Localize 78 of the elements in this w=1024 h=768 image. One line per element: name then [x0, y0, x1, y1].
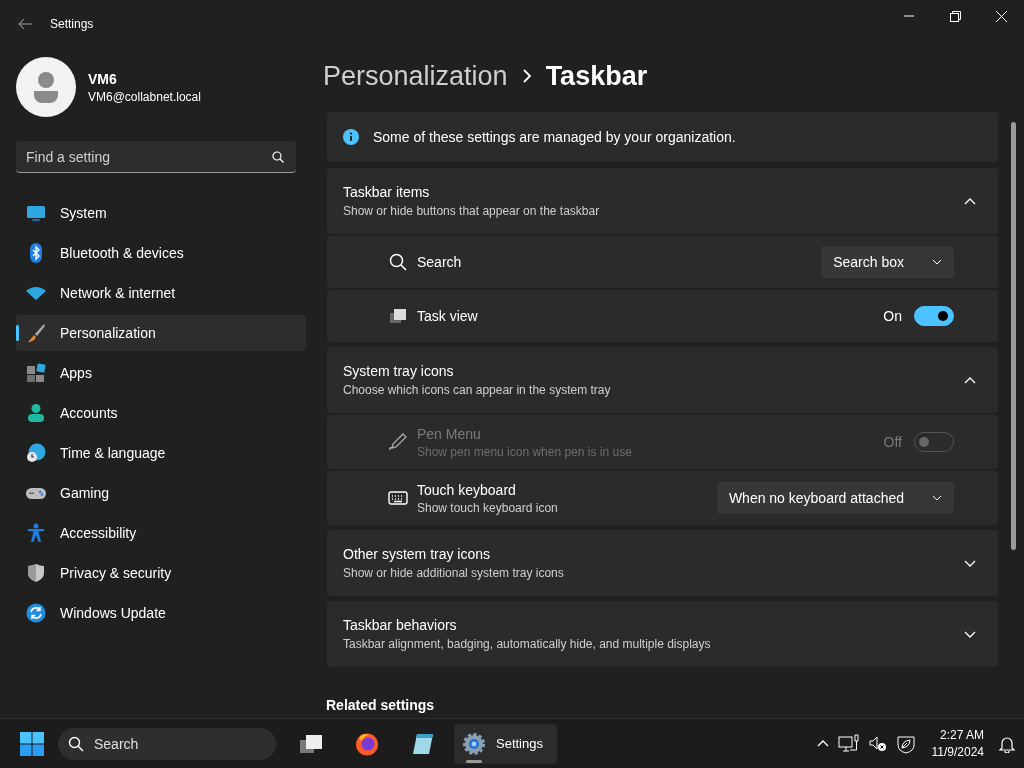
- breadcrumb-link[interactable]: Personalization: [323, 60, 508, 92]
- fox-globe-icon[interactable]: [355, 731, 379, 756]
- accessibility-figure-icon: [26, 523, 46, 543]
- settings-group-header[interactable]: Taskbar items Show or hide buttons that appear on the taskbar: [327, 168, 998, 234]
- apps-grid-icon: [26, 363, 46, 383]
- toggle-state-label: Off: [883, 434, 902, 450]
- chevron-right-icon: [521, 69, 532, 83]
- group-subtitle: Choose which icons can appear in the system tray: [343, 383, 612, 397]
- profile-name: VM6: [88, 70, 118, 87]
- nav-item[interactable]: Accounts: [16, 395, 306, 431]
- nav-item[interactable]: Apps: [16, 355, 306, 391]
- settings-group-header[interactable]: System tray icons Choose which icons can appear in the system tray: [327, 347, 998, 413]
- globe-clock-icon: [26, 443, 46, 463]
- bell-icon[interactable]: [998, 734, 1016, 753]
- setting-label: Task view: [417, 308, 479, 324]
- notepad-icon[interactable]: [411, 731, 435, 756]
- setting-description: Show pen menu icon when pen is in use: [417, 444, 633, 459]
- keyboard-icon: [388, 490, 408, 506]
- chevron-down-icon: [932, 493, 942, 503]
- restore-icon[interactable]: [949, 10, 961, 22]
- nav-item[interactable]: Personalization: [16, 315, 306, 351]
- settings-group-header[interactable]: Taskbar behaviors Taskbar alignment, badging, automatically hide, and multiple displays: [327, 601, 998, 667]
- setting-description: Show touch keyboard icon: [417, 500, 559, 515]
- paintbrush-icon: [26, 323, 46, 343]
- clock-time[interactable]: 2:27 AM: [939, 728, 984, 742]
- toggle-state-label: On: [883, 308, 902, 324]
- nav-item[interactable]: Bluetooth & devices: [16, 235, 306, 271]
- taskbar-search-input[interactable]: Search: [94, 735, 244, 752]
- monitor-icon: [26, 203, 46, 223]
- search-icon: [68, 735, 84, 752]
- close-icon[interactable]: [995, 10, 1007, 22]
- group-title: Taskbar behaviors: [343, 617, 458, 633]
- setting-label: Search: [417, 254, 463, 270]
- clock-date[interactable]: 11/9/2024: [931, 745, 984, 759]
- group-title: Other system tray icons: [343, 546, 492, 562]
- window-title: Settings: [50, 17, 94, 31]
- setting-label: Pen Menu: [417, 425, 482, 442]
- dropdown[interactable]: When no keyboard attached: [716, 482, 954, 514]
- settings-search-box[interactable]: Find a setting: [16, 141, 296, 173]
- group-subtitle: Taskbar alignment, badging, automatically hide, and multiple displays: [343, 637, 712, 651]
- settings-search-input[interactable]: Find a setting: [26, 148, 272, 165]
- taskbar-search-box[interactable]: Search: [58, 727, 276, 760]
- leaf-shield-icon[interactable]: [895, 733, 916, 754]
- group-subtitle: Show or hide buttons that appear on the taskbar: [343, 204, 601, 218]
- stacked-windows-icon[interactable]: [299, 732, 323, 755]
- network-monitor-icon[interactable]: [837, 733, 860, 754]
- windows-logo-icon[interactable]: [20, 731, 44, 756]
- gear-icon[interactable]: [462, 731, 486, 756]
- settings-group-header[interactable]: Other system tray icons Show or hide additional system tray icons: [327, 530, 998, 596]
- nav-item[interactable]: System: [16, 195, 306, 231]
- nav-item[interactable]: Privacy & security: [16, 555, 306, 591]
- search-icon: [389, 253, 407, 271]
- group-subtitle: Show or hide additional system tray icons: [343, 566, 565, 580]
- search-icon: [272, 150, 284, 163]
- toggle-switch[interactable]: [914, 306, 954, 326]
- stacked-windows-icon: [389, 307, 407, 325]
- nav-item[interactable]: Gaming: [16, 475, 306, 511]
- info-text: Some of these settings are managed by your organization.: [373, 129, 736, 145]
- setting-label: Touch keyboard: [417, 481, 517, 498]
- taskbar-app-button[interactable]: Settings: [454, 723, 557, 764]
- dropdown[interactable]: Search box: [821, 246, 954, 278]
- nav-item[interactable]: Time & language: [16, 435, 306, 471]
- nav-item[interactable]: Network & internet: [16, 275, 306, 311]
- profile-email: VM6@collabnet.local: [88, 89, 201, 104]
- person-icon: [26, 403, 46, 423]
- info-icon: [343, 129, 359, 145]
- back-arrow-icon[interactable]: [17, 16, 33, 32]
- group-title: Taskbar items: [343, 184, 431, 200]
- shield-icon: [26, 563, 46, 583]
- sync-arrows-icon: [26, 603, 46, 623]
- nav-item[interactable]: Windows Update: [16, 595, 306, 631]
- avatar: [16, 57, 76, 117]
- nav-item[interactable]: Accessibility: [16, 515, 306, 551]
- pen-icon: [388, 432, 408, 452]
- section-heading: Related settings: [326, 697, 435, 713]
- group-title: System tray icons: [343, 363, 455, 379]
- chevron-down-icon: [932, 257, 942, 267]
- page-title: Taskbar: [545, 60, 648, 92]
